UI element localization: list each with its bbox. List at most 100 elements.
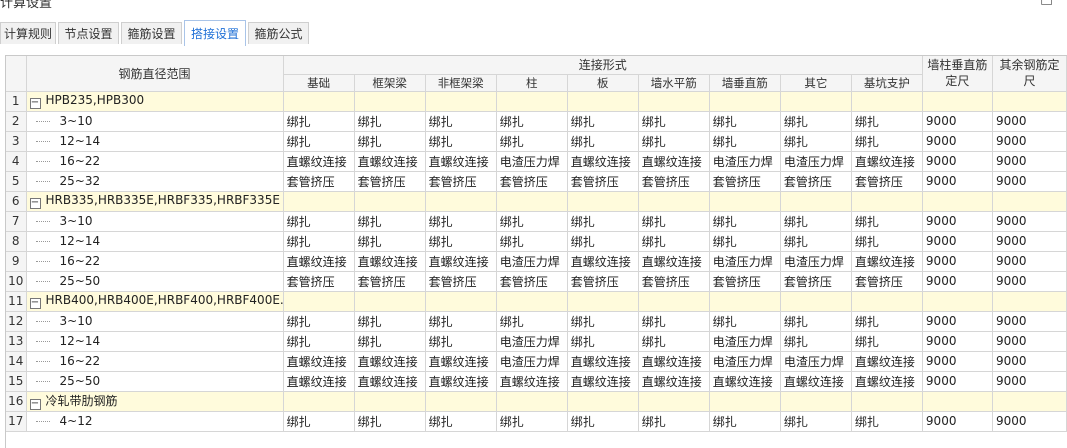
collapse-icon[interactable]: − <box>29 298 41 309</box>
connection-cell[interactable]: 绑扎 <box>496 411 568 432</box>
connection-cell[interactable]: 绑扎 <box>354 411 426 432</box>
table-row[interactable]: 2 3~10 绑扎 绑扎 绑扎 绑扎 绑扎 绑扎 绑扎 绑扎 绑扎 9000 9000 <box>6 111 1067 132</box>
connection-cell[interactable]: 绑扎 <box>496 211 568 232</box>
connection-cell[interactable]: 电渣压力焊 <box>780 151 852 172</box>
other-rebar-length-cell[interactable]: 9000 <box>992 271 1067 292</box>
tab-calc-rules[interactable]: 计算规则 <box>0 22 56 44</box>
connection-cell[interactable]: 直螺纹连接 <box>567 351 639 372</box>
table-row[interactable]: 7 3~10 绑扎 绑扎 绑扎 绑扎 绑扎 绑扎 绑扎 绑扎 绑扎 9000 9000 <box>6 211 1067 232</box>
connection-cell[interactable]: 绑扎 <box>780 331 852 352</box>
connection-cell[interactable]: 绑扎 <box>425 211 497 232</box>
other-rebar-length-cell[interactable]: 9000 <box>992 371 1067 392</box>
connection-cell[interactable]: 绑扎 <box>638 231 710 252</box>
connection-cell[interactable]: 直螺纹连接 <box>283 151 355 172</box>
table-row[interactable]: 4 16~22 直螺纹连接 直螺纹连接 直螺纹连接 电渣压力焊 直螺纹连接 直螺纹连接 电渣压力… <box>6 151 1067 172</box>
table-row[interactable]: 15 25~50 直螺纹连接 直螺纹连接 直螺纹连接 直螺纹连接 直螺纹连接 直螺纹连接 直螺纹… <box>6 371 1067 392</box>
connection-cell[interactable]: 套管挤压 <box>709 271 781 292</box>
connection-cell[interactable]: 绑扎 <box>709 131 781 152</box>
wall-column-length-cell[interactable]: 9000 <box>922 111 993 132</box>
tab-stirrup-settings[interactable]: 箍筋设置 <box>121 22 182 44</box>
table-row[interactable]: 17 4~12 绑扎 绑扎 绑扎 绑扎 绑扎 绑扎 绑扎 绑扎 绑扎 9000 9000 <box>6 411 1067 432</box>
connection-cell[interactable]: 绑扎 <box>851 131 923 152</box>
connection-cell[interactable]: 直螺纹连接 <box>425 351 497 372</box>
connection-cell[interactable]: 绑扎 <box>283 131 355 152</box>
wall-column-length-cell[interactable]: 9000 <box>922 271 993 292</box>
connection-cell[interactable]: 绑扎 <box>851 411 923 432</box>
connection-cell[interactable]: 绑扎 <box>851 311 923 332</box>
connection-cell[interactable]: 直螺纹连接 <box>851 351 923 372</box>
connection-cell[interactable]: 套管挤压 <box>780 271 852 292</box>
maximize-icon[interactable]: □ <box>1040 0 1053 7</box>
connection-cell[interactable]: 电渣压力焊 <box>496 151 568 172</box>
tab-node-settings[interactable]: 节点设置 <box>58 22 119 44</box>
wall-column-length-cell[interactable]: 9000 <box>922 351 993 372</box>
wall-column-length-cell[interactable]: 9000 <box>922 331 993 352</box>
connection-cell[interactable]: 电渣压力焊 <box>496 251 568 272</box>
connection-cell[interactable]: 绑扎 <box>780 211 852 232</box>
connection-cell[interactable]: 套管挤压 <box>425 271 497 292</box>
connection-cell[interactable]: 绑扎 <box>638 111 710 132</box>
connection-cell[interactable]: 直螺纹连接 <box>638 351 710 372</box>
other-rebar-length-cell[interactable]: 9000 <box>992 351 1067 372</box>
connection-cell[interactable]: 套管挤压 <box>851 171 923 192</box>
table-row[interactable]: 12 3~10 绑扎 绑扎 绑扎 绑扎 绑扎 绑扎 绑扎 绑扎 绑扎 9000 9000 <box>6 311 1067 332</box>
connection-cell[interactable]: 绑扎 <box>425 111 497 132</box>
connection-cell[interactable]: 套管挤压 <box>425 171 497 192</box>
table-group-row[interactable]: 1− HPB235,HPB300 <box>6 91 1067 112</box>
connection-cell[interactable]: 电渣压力焊 <box>709 351 781 372</box>
connection-cell[interactable]: 绑扎 <box>425 411 497 432</box>
connection-cell[interactable]: 绑扎 <box>851 211 923 232</box>
wall-column-length-cell[interactable]: 9000 <box>922 211 993 232</box>
tab-stirrup-formula[interactable]: 箍筋公式 <box>248 22 309 44</box>
connection-cell[interactable]: 绑扎 <box>354 111 426 132</box>
other-rebar-length-cell[interactable]: 9000 <box>992 171 1067 192</box>
connection-cell[interactable]: 绑扎 <box>638 211 710 232</box>
connection-cell[interactable]: 绑扎 <box>638 411 710 432</box>
connection-cell[interactable]: 套管挤压 <box>354 171 426 192</box>
connection-cell[interactable]: 绑扎 <box>425 231 497 252</box>
connection-cell[interactable]: 直螺纹连接 <box>354 151 426 172</box>
connection-cell[interactable]: 绑扎 <box>496 231 568 252</box>
wall-column-length-cell[interactable]: 9000 <box>922 151 993 172</box>
connection-cell[interactable]: 绑扎 <box>496 131 568 152</box>
connection-cell[interactable]: 绑扎 <box>780 231 852 252</box>
other-rebar-length-cell[interactable]: 9000 <box>992 151 1067 172</box>
connection-cell[interactable]: 绑扎 <box>425 131 497 152</box>
connection-cell[interactable]: 绑扎 <box>567 211 639 232</box>
table-group-row[interactable]: 16− 冷轧带肋钢筋 <box>6 391 1067 412</box>
connection-cell[interactable]: 电渣压力焊 <box>780 251 852 272</box>
connection-cell[interactable]: 套管挤压 <box>354 271 426 292</box>
connection-cell[interactable]: 套管挤压 <box>283 171 355 192</box>
connection-cell[interactable]: 直螺纹连接 <box>496 371 568 392</box>
connection-cell[interactable]: 绑扎 <box>709 411 781 432</box>
connection-cell[interactable]: 套管挤压 <box>638 271 710 292</box>
connection-cell[interactable]: 绑扎 <box>638 131 710 152</box>
connection-cell[interactable]: 直螺纹连接 <box>567 151 639 172</box>
connection-cell[interactable]: 绑扎 <box>354 231 426 252</box>
other-rebar-length-cell[interactable]: 9000 <box>992 231 1067 252</box>
connection-cell[interactable]: 绑扎 <box>567 311 639 332</box>
connection-cell[interactable]: 绑扎 <box>851 331 923 352</box>
wall-column-length-cell[interactable]: 9000 <box>922 251 993 272</box>
connection-cell[interactable]: 绑扎 <box>709 111 781 132</box>
connection-cell[interactable]: 直螺纹连接 <box>283 251 355 272</box>
wall-column-length-cell[interactable]: 9000 <box>922 131 993 152</box>
connection-cell[interactable]: 绑扎 <box>567 411 639 432</box>
connection-cell[interactable]: 直螺纹连接 <box>851 251 923 272</box>
connection-cell[interactable]: 绑扎 <box>354 131 426 152</box>
connection-cell[interactable]: 套管挤压 <box>709 171 781 192</box>
connection-cell[interactable]: 绑扎 <box>425 311 497 332</box>
connection-cell[interactable]: 直螺纹连接 <box>851 151 923 172</box>
connection-cell[interactable]: 绑扎 <box>496 311 568 332</box>
connection-cell[interactable]: 电渣压力焊 <box>780 351 852 372</box>
connection-cell[interactable]: 绑扎 <box>780 311 852 332</box>
collapse-icon[interactable]: − <box>29 98 41 109</box>
connection-cell[interactable]: 绑扎 <box>709 311 781 332</box>
connection-cell[interactable]: 绑扎 <box>638 331 710 352</box>
other-rebar-length-cell[interactable]: 9000 <box>992 331 1067 352</box>
wall-column-length-cell[interactable]: 9000 <box>922 371 993 392</box>
tab-lap-settings[interactable]: 搭接设置 <box>184 20 246 46</box>
connection-cell[interactable]: 绑扎 <box>567 331 639 352</box>
table-row[interactable]: 5 25~32 套管挤压 套管挤压 套管挤压 套管挤压 套管挤压 套管挤压 套管挤压 套管挤压 套管… <box>6 171 1067 192</box>
connection-cell[interactable]: 直螺纹连接 <box>638 151 710 172</box>
